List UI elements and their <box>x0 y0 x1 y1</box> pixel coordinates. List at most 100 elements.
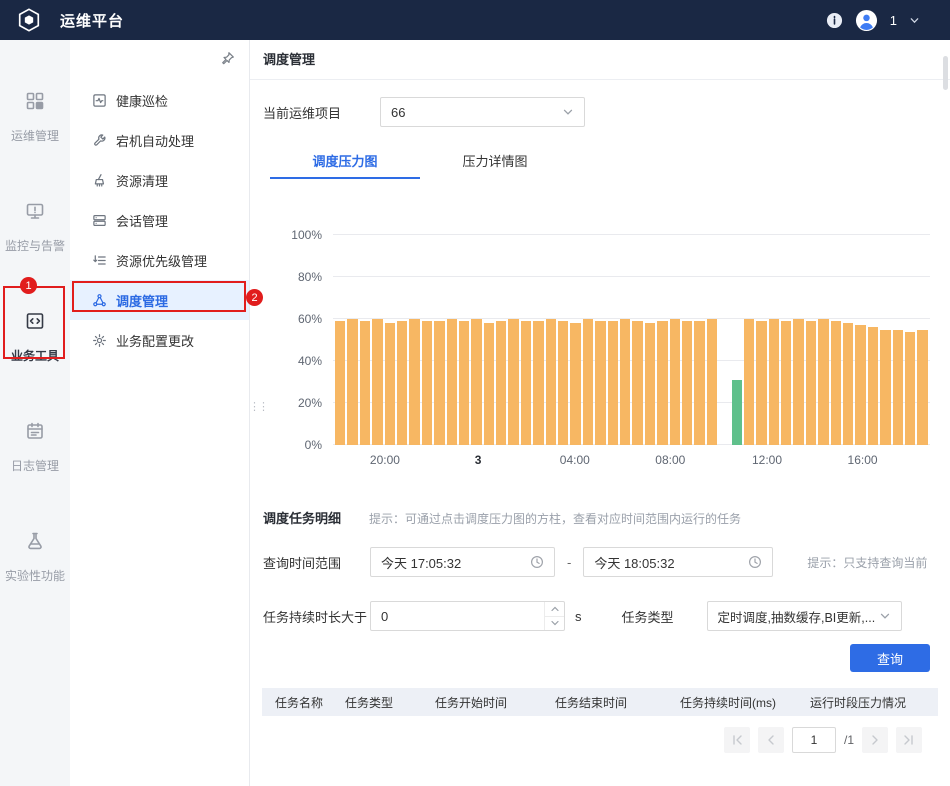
chart-bar[interactable] <box>818 319 829 445</box>
chart-bar[interactable] <box>471 319 482 445</box>
chart-bar[interactable] <box>657 321 668 445</box>
project-select[interactable]: 66 <box>380 97 585 127</box>
user-menu-chevron-icon[interactable] <box>909 15 920 26</box>
tab-pressure-detail-chart[interactable]: 压力详情图 <box>420 148 570 179</box>
chart-bar[interactable] <box>409 319 420 445</box>
chart-bar[interactable] <box>632 321 643 445</box>
submenu-item-label: 资源清理 <box>116 173 169 189</box>
panel-resize-handle[interactable]: ⋮⋮ <box>249 402 269 424</box>
sidebar-item-business-tools[interactable]: 业务工具 <box>0 282 70 392</box>
chart-bar[interactable] <box>880 329 891 445</box>
chart-bar[interactable] <box>867 327 879 445</box>
sidebar-item-ops-management[interactable]: 运维管理 <box>0 62 70 172</box>
chart-bar[interactable] <box>694 321 705 445</box>
chart-bar[interactable] <box>396 321 408 445</box>
chart-bar[interactable] <box>756 321 767 445</box>
chart-tabs: 调度压力图 压力详情图 <box>270 148 570 179</box>
chart-bar[interactable] <box>335 321 346 445</box>
submenu-item-resource-priority[interactable]: 资源优先级管理 <box>70 240 249 280</box>
chart-plot <box>333 235 930 445</box>
chevron-down-icon <box>879 610 891 622</box>
time-start-input[interactable]: 今天 17:05:32 <box>370 547 555 577</box>
chart-bar[interactable] <box>743 319 755 445</box>
prev-page-button[interactable] <box>757 727 784 753</box>
chart-bar[interactable] <box>458 321 470 445</box>
submenu-item-schedule-management[interactable]: 调度管理 <box>70 280 249 320</box>
duration-unit: s <box>575 608 582 624</box>
chart-bar[interactable] <box>731 379 742 445</box>
sidebar-item-experimental-features[interactable]: 实验性功能 <box>0 502 70 612</box>
chart-bar[interactable] <box>496 321 507 445</box>
chart-bar[interactable] <box>446 319 457 445</box>
chart-bar[interactable] <box>582 319 594 445</box>
chart-bar[interactable] <box>595 321 606 445</box>
submenu-item-downtime-auto-handling[interactable]: 宕机自动处理 <box>70 120 249 160</box>
column-header: 任务开始时间 <box>435 695 508 710</box>
submenu-item-health-inspection[interactable]: 健康巡检 <box>70 80 249 120</box>
chart-bar[interactable] <box>855 325 866 445</box>
chart-bar[interactable] <box>558 321 569 445</box>
page-number-input[interactable] <box>791 727 836 753</box>
chart-bar[interactable] <box>607 321 618 445</box>
chart-bar[interactable] <box>781 321 792 445</box>
chart-bar[interactable] <box>805 321 817 445</box>
column-header: 任务类型 <box>345 695 394 710</box>
chart-bar[interactable] <box>533 321 544 445</box>
chart-bar[interactable] <box>483 323 495 445</box>
chart-bar[interactable] <box>843 323 854 445</box>
last-page-button[interactable] <box>896 727 922 753</box>
submenu-item-label: 健康巡检 <box>116 93 169 109</box>
first-page-button[interactable] <box>723 727 750 753</box>
submenu-item-session-management[interactable]: 会话管理 <box>70 200 249 240</box>
chart-bar[interactable] <box>681 321 693 445</box>
clock-icon[interactable] <box>530 555 544 569</box>
code-icon <box>25 311 45 331</box>
chart-bar[interactable] <box>520 321 532 445</box>
chart-bar[interactable] <box>706 319 718 445</box>
chart-bar[interactable] <box>359 321 371 445</box>
time-range-separator: - <box>567 554 572 570</box>
user-avatar[interactable] <box>855 9 878 32</box>
sidebar-item-monitoring-alerts[interactable]: 监控与告警 <box>0 172 70 282</box>
chart-bar[interactable] <box>434 321 445 445</box>
chart-bar[interactable] <box>904 331 916 445</box>
detail-section-title: 调度任务明细 <box>263 511 342 526</box>
task-type-value: 定时调度,抽数缓存,BI更新,... <box>717 610 876 625</box>
chart-bar[interactable] <box>768 319 780 445</box>
chart-bar[interactable] <box>347 319 358 445</box>
chart-bar[interactable] <box>421 321 433 445</box>
stepper-down-icon[interactable] <box>545 617 564 631</box>
submenu-item-label: 宕机自动处理 <box>116 133 195 149</box>
submenu-item-business-config-change[interactable]: 业务配置更改 <box>70 320 249 360</box>
info-icon[interactable] <box>826 12 843 29</box>
time-end-input[interactable]: 今天 18:05:32 <box>583 547 774 577</box>
username-label[interactable]: 1 <box>890 13 897 28</box>
chart-bar[interactable] <box>619 319 631 445</box>
next-page-button[interactable] <box>862 727 888 753</box>
sidebar-item-label: 实验性功能 <box>4 568 65 583</box>
clock-icon[interactable] <box>748 555 762 569</box>
sidebar-item-label: 运维管理 <box>10 128 59 143</box>
duration-input[interactable] <box>370 601 565 631</box>
chart-bar[interactable] <box>570 323 581 445</box>
time-range-hint: 提示：只支持查询当前 <box>807 555 928 570</box>
chart-bar[interactable] <box>545 319 557 445</box>
chart-bar[interactable] <box>508 319 519 445</box>
chart-bar[interactable] <box>830 321 842 445</box>
tab-schedule-pressure-chart[interactable]: 调度压力图 <box>270 148 420 179</box>
task-type-select[interactable]: 定时调度,抽数缓存,BI更新,... <box>706 601 902 631</box>
sidebar-item-log-management[interactable]: 日志管理 <box>0 392 70 502</box>
chart-bar[interactable] <box>372 319 383 445</box>
chart-bar[interactable] <box>793 319 804 445</box>
submenu-item-resource-cleanup[interactable]: 资源清理 <box>70 160 249 200</box>
pressure-chart: 0% 20% 40% 60% 80% 100% 20:00 3 04:00 08:00 12:00… <box>250 185 950 485</box>
query-button[interactable]: 查询 <box>850 644 930 672</box>
chart-bar[interactable] <box>384 323 395 445</box>
chart-bar[interactable] <box>917 329 928 445</box>
pin-icon[interactable] <box>220 51 235 66</box>
vertical-scrollbar-thumb[interactable] <box>943 56 948 90</box>
chart-bar[interactable] <box>644 323 656 445</box>
stepper-up-icon[interactable] <box>545 602 564 617</box>
chart-bar[interactable] <box>669 319 680 445</box>
chart-bar[interactable] <box>892 329 903 445</box>
